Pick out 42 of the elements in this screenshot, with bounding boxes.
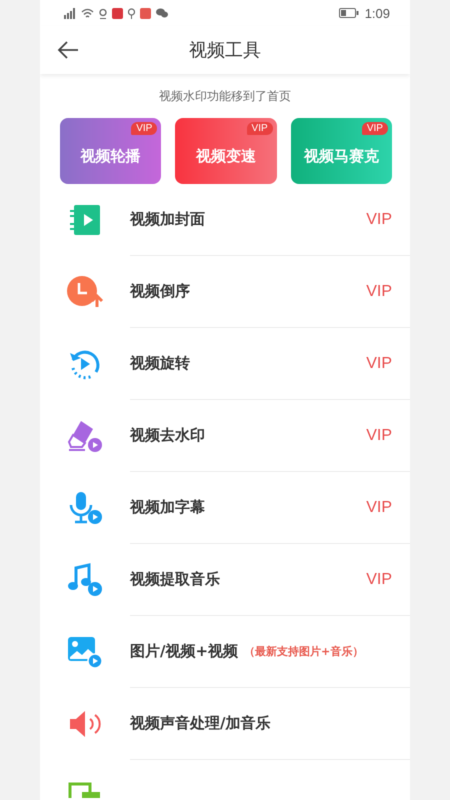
tool-note: （最新支持图片+音乐） [244, 644, 364, 659]
tool-title: 视频加封面 [130, 210, 205, 229]
microphone-icon [67, 491, 103, 525]
rotate-play-icon [68, 348, 102, 380]
bulb-icon [128, 8, 135, 18]
vip-label: VIP [366, 354, 392, 372]
vip-badge: VIP [246, 122, 273, 135]
tool-title: 视频倒序 [130, 282, 190, 301]
battery-icon [338, 8, 359, 18]
feature-card[interactable]: VIP 视频马赛克 [290, 118, 392, 184]
wifi-icon [81, 8, 94, 18]
tool-title: 图片/视频+视频 [130, 642, 238, 661]
tool-title: 视频去水印 [130, 426, 205, 445]
clock-arrow-icon [66, 275, 104, 309]
tool-title: 视频旋转 [130, 354, 190, 373]
tool-title: 视频提取音乐 [130, 570, 220, 589]
signal-icon [64, 8, 76, 18]
music-note-icon [67, 563, 103, 597]
film-play-icon [68, 204, 102, 236]
vip-badge: VIP [131, 122, 158, 135]
tool-title: 视频声音处理/加音乐 [130, 714, 270, 733]
back-arrow-icon[interactable] [57, 41, 79, 59]
vip-label: VIP [366, 210, 392, 228]
tool-title: 视频加字幕 [130, 498, 205, 517]
vip-label: VIP [366, 426, 392, 444]
page-title: 视频工具 [189, 39, 261, 62]
transition-icon [68, 782, 102, 798]
status-time: 1:09 [364, 6, 390, 20]
feature-card[interactable]: VIP 视频变速 [175, 118, 277, 184]
vip-label: VIP [366, 282, 392, 300]
eraser-icon [67, 419, 103, 453]
app-icon [140, 8, 151, 18]
speaker-icon [68, 709, 102, 739]
location-icon [99, 8, 107, 18]
app-icon [112, 8, 123, 18]
chat-icon [156, 8, 168, 18]
vip-badge: VIP [362, 122, 388, 135]
image-play-icon [67, 635, 103, 669]
vip-label: VIP [366, 498, 392, 516]
feature-card[interactable]: VIP 视频轮播 [60, 118, 162, 184]
vip-label: VIP [366, 570, 392, 588]
notice-text: 视频水印功能移到了首页 [158, 88, 292, 104]
